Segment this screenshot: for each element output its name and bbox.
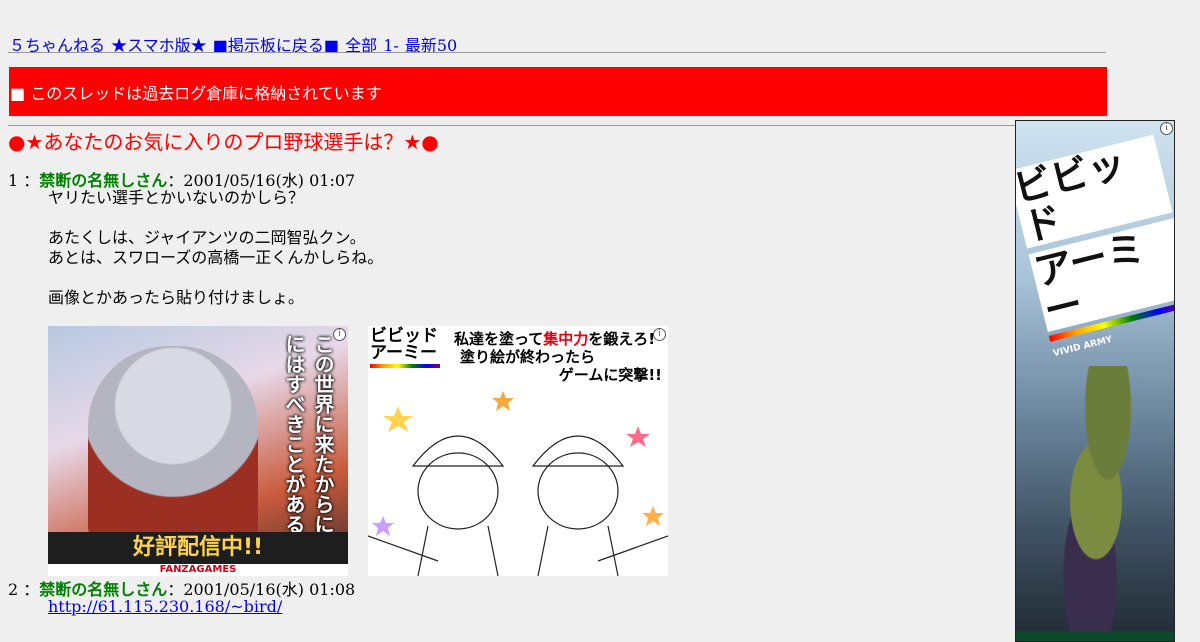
archived-banner-text: ■ このスレッドは過去ログ倉庫に格納されています xyxy=(10,83,382,103)
ad-info-icon[interactable]: i xyxy=(1160,122,1173,135)
divider xyxy=(8,52,1106,53)
ad-banner-game[interactable]: この世界に来たからには君にはすべきことがある 好評配信中!! FANZAGAME… xyxy=(48,326,348,576)
ad-banner-coloring[interactable]: ビビッド アーミー 私達を塗って集中力を鍛えろ! 塗り絵が終わったら ゲームに突撃… xyxy=(368,326,668,576)
post-body: http://61.115.230.168/~bird/ xyxy=(48,597,282,617)
archived-banner: ■ このスレッドは過去ログ倉庫に格納されています xyxy=(9,67,1107,116)
ad-logo: ビビッド アーミー xyxy=(370,328,440,368)
post-separator: ： xyxy=(23,171,40,190)
post-body: ヤリたい選手とかいないのかしら？ あたくしは、ジャイアンツの二岡智弘クン。 あとは… xyxy=(48,188,383,308)
side-ad-banner[interactable]: ビビッド アーミー VIVID ARMY i xyxy=(1015,120,1175,642)
post-number: 2 xyxy=(8,580,19,599)
ad-character-image xyxy=(88,346,258,546)
post-link[interactable]: http://61.115.230.168/~bird/ xyxy=(48,597,282,616)
post-line: あたくしは、ジャイアンツの二岡智弘クン。 あとは、スワローズの高橋一正くんかしらね… xyxy=(48,228,384,267)
ad-info-icon[interactable]: i xyxy=(653,328,666,341)
ad-line-art-image xyxy=(368,391,668,576)
side-ad-title: ビビッド アーミー VIVID ARMY xyxy=(1016,134,1174,359)
post-line: 画像とかあったら貼り付けましょ。 xyxy=(48,288,305,307)
side-ad-character-image xyxy=(1036,366,1156,636)
ad-copy: ゲームに突撃!! xyxy=(558,366,662,384)
ad-info-icon[interactable]: i xyxy=(333,328,346,341)
thread-title: ●★あなたのお気に入りのプロ野球選手は？★● xyxy=(8,130,439,154)
post-separator: ： xyxy=(23,580,40,599)
post-line: ヤリたい選手とかいないのかしら？ xyxy=(48,188,305,207)
post-number: 1 xyxy=(8,171,19,190)
side-ad-footer xyxy=(1016,631,1174,641)
ad-maker: FANZAGAMES xyxy=(48,564,348,576)
